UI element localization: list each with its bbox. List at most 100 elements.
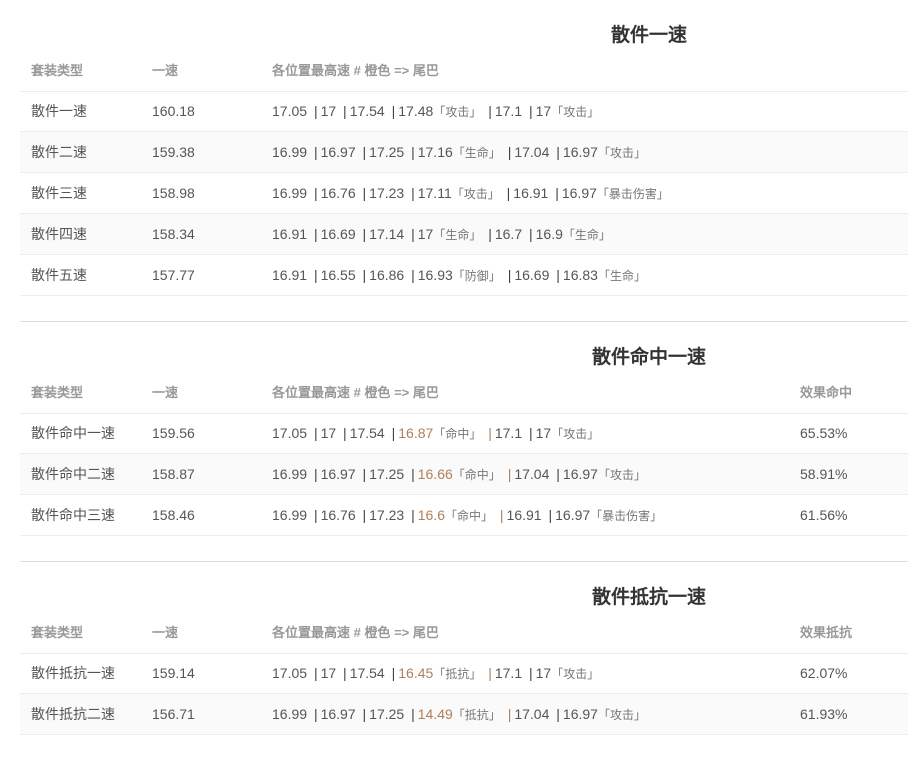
separator: | (362, 267, 367, 283)
separator: | (488, 226, 492, 242)
separator: | (313, 665, 318, 681)
separator: | (488, 425, 492, 441)
separator: | (411, 507, 415, 523)
position-speeds-cell: 17.05 | 17 | 17.54 | 17.48「攻击」 | 17.1 | 17「攻击… (272, 91, 599, 131)
separator: | (499, 507, 504, 523)
stat-tag: 「攻击」 (597, 708, 646, 722)
set-type-cell: 散件抵抗一速 (31, 665, 115, 681)
stat-tag: 「暴击伤害」 (596, 187, 669, 201)
separator: | (313, 507, 318, 523)
column-header: 各位置最高速 # 橙色 => 尾巴 (272, 63, 439, 78)
separator: | (313, 103, 318, 119)
stat-tag: 「生命」 (433, 228, 482, 242)
stat-tag: 「攻击」 (433, 105, 482, 119)
separator: | (362, 706, 367, 722)
stat-tag: 「抵抗」 (452, 708, 501, 722)
separator: | (362, 466, 367, 482)
separator: | (556, 144, 560, 160)
separator: | (362, 144, 367, 160)
separator: | (313, 226, 318, 242)
position-speed-value: 16.66 (417, 466, 453, 482)
table-section: 散件一速 套装类型 一速 各位置最高速 # 橙色 => 尾巴 散件一速 160.18 17.… (20, 20, 908, 296)
position-speed-value: 17.54 (349, 665, 385, 681)
position-speed-value: 17.25 (369, 144, 405, 160)
column-header: 一速 (152, 625, 179, 640)
table-header-row: 套装类型 一速 各位置最高速 # 橙色 => 尾巴 (20, 50, 908, 92)
position-speeds-cell: 16.99 | 16.97 | 17.25 | 14.49「抵抗」 | 17.04 | 1… (272, 694, 646, 734)
separator: | (507, 267, 512, 283)
position-speed-value: 16.9 (535, 226, 563, 242)
separator: | (313, 466, 318, 482)
position-speed-value: 16.97 (562, 144, 598, 160)
speed-cell: 159.56 (152, 425, 195, 441)
section-title: 散件抵抗一速 (592, 586, 707, 608)
stat-tag: 「防御」 (452, 269, 501, 283)
position-speed-value: 16.83 (562, 267, 598, 283)
position-speed-value: 17.14 (369, 226, 405, 242)
position-speed-value: 17.16 (417, 144, 453, 160)
position-speed-value: 14.49 (417, 706, 453, 722)
separator: | (507, 706, 512, 722)
position-speed-value: 16.99 (272, 144, 308, 160)
separator: | (411, 185, 415, 201)
separator: | (488, 103, 492, 119)
position-speed-value: 16.76 (320, 507, 356, 523)
section-title: 散件一速 (611, 24, 688, 46)
set-type-cell: 散件命中一速 (31, 425, 115, 441)
position-speed-value: 17 (535, 103, 552, 119)
speed-cell: 160.18 (152, 103, 195, 119)
column-header: 一速 (152, 385, 179, 400)
separator: | (343, 425, 347, 441)
column-header: 套装类型 (31, 625, 84, 640)
section-title: 散件命中一速 (592, 346, 707, 368)
stat-tag: 「攻击」 (597, 146, 646, 160)
position-speed-value: 16.45 (398, 665, 434, 681)
table-header-row: 套装类型 一速 各位置最高速 # 橙色 => 尾巴 效果命中 (20, 372, 908, 414)
position-speed-value: 16.97 (320, 706, 356, 722)
position-speed-value: 17.48 (398, 103, 434, 119)
position-speed-value: 17.1 (494, 103, 523, 119)
position-speed-value: 17 (320, 425, 337, 441)
separator: | (362, 507, 367, 523)
separator: | (343, 103, 347, 119)
table-row: 散件四速 158.34 16.91 | 16.69 | 17.14 | 17「生命」 | 1… (20, 214, 908, 255)
position-speed-value: 17 (535, 425, 552, 441)
position-speeds-cell: 17.05 | 17 | 17.54 | 16.45「抵抗」 | 17.1 | 17「攻击… (272, 653, 599, 693)
separator: | (555, 185, 559, 201)
separator: | (362, 226, 367, 242)
separator: | (343, 665, 347, 681)
separator: | (556, 466, 560, 482)
set-type-cell: 散件四速 (31, 226, 87, 242)
position-speed-value: 16.91 (513, 185, 549, 201)
position-speed-value: 17.54 (349, 103, 385, 119)
set-type-cell: 散件二速 (31, 144, 87, 160)
position-speeds-cell: 16.99 | 16.76 | 17.23 | 17.11「攻击」 | 16.91 | 1… (272, 173, 669, 213)
table-row: 散件命中三速 158.46 16.99 | 16.76 | 17.23 | 16.6「命中… (20, 495, 908, 536)
table-row: 散件命中一速 159.56 17.05 | 17 | 17.54 | 16.87「命中」 … (20, 413, 908, 454)
column-header: 效果命中 (800, 385, 853, 400)
position-speed-value: 17.05 (272, 425, 308, 441)
position-speed-value: 16.55 (320, 267, 356, 283)
position-speeds-cell: 16.91 | 16.55 | 16.86 | 16.93「防御」 | 16.69 | 1… (272, 255, 646, 295)
position-speed-value: 17.04 (514, 466, 550, 482)
separator: | (556, 267, 560, 283)
position-speeds-cell: 16.99 | 16.97 | 17.25 | 16.66「命中」 | 17.04 | 1… (272, 454, 646, 494)
table-row: 散件二速 159.38 16.99 | 16.97 | 17.25 | 17.16「生命」… (20, 132, 908, 173)
set-type-cell: 散件命中二速 (31, 466, 115, 482)
stat-tag: 「命中」 (433, 427, 482, 441)
separator: | (556, 706, 560, 722)
position-speed-value: 17.23 (369, 185, 405, 201)
column-header: 套装类型 (31, 63, 84, 78)
stat-tag: 「攻击」 (597, 468, 646, 482)
table-header-row: 套装类型 一速 各位置最高速 # 橙色 => 尾巴 效果抵抗 (20, 612, 908, 654)
column-header: 各位置最高速 # 橙色 => 尾巴 (272, 385, 439, 400)
position-speed-value: 17.25 (369, 706, 405, 722)
separator: | (507, 144, 512, 160)
speed-cell: 156.71 (152, 706, 195, 722)
stat-tag: 「抵抗」 (433, 667, 482, 681)
section-divider (20, 561, 908, 562)
table-row: 散件抵抗一速 159.14 17.05 | 17 | 17.54 | 16.45「抵抗」 … (20, 653, 908, 694)
separator: | (411, 226, 415, 242)
separator: | (411, 144, 415, 160)
position-speed-value: 17 (320, 665, 337, 681)
